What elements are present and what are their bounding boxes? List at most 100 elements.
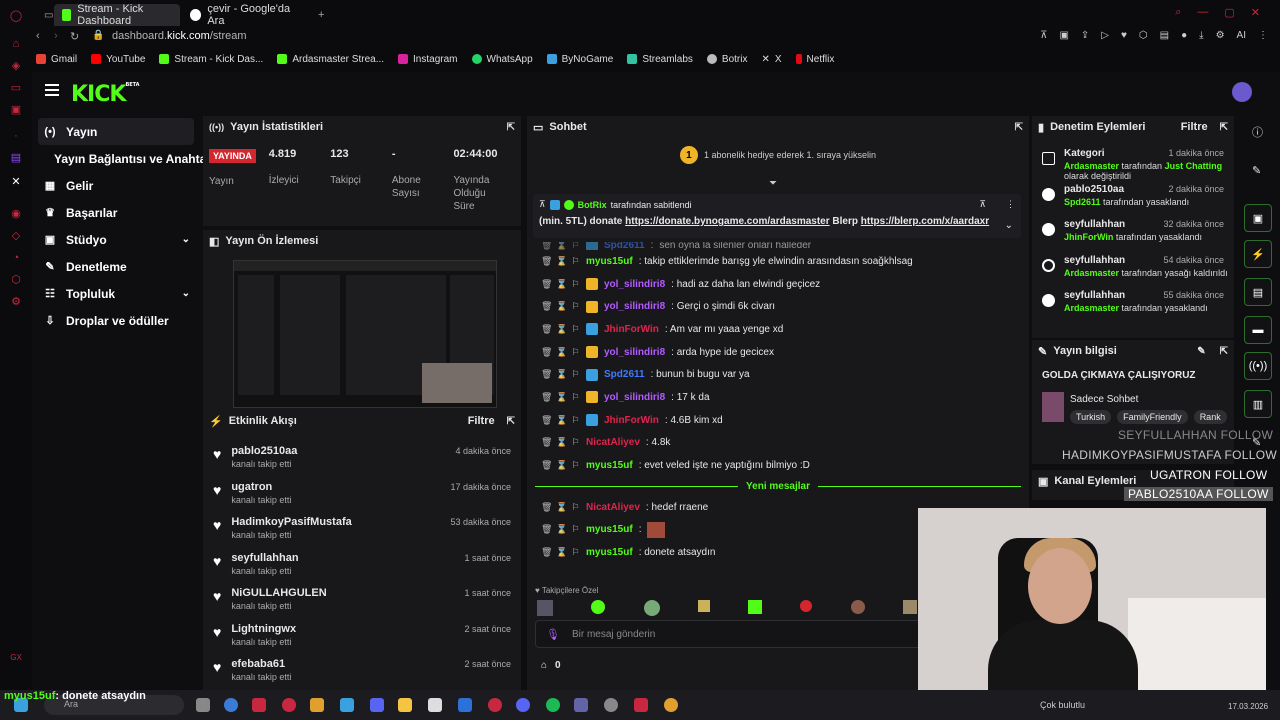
layout-tool-button[interactable]: ▥	[1244, 390, 1272, 418]
nav-item-stream-key[interactable]: Yayın Bağlantısı ve Anahtarı	[38, 145, 214, 172]
ban-icon[interactable]: ⚐	[571, 301, 580, 312]
heart-icon[interactable]: ♥	[1121, 30, 1127, 41]
app-icon[interactable]	[252, 698, 266, 712]
delete-icon[interactable]: 🗑	[541, 301, 552, 312]
ban-icon[interactable]: ⚐	[571, 460, 580, 471]
emote-icon[interactable]	[800, 600, 813, 612]
bookmark-netflix[interactable]: Netflix	[795, 54, 834, 65]
chat-username[interactable]: myus15uf	[586, 460, 633, 471]
unpin-icon[interactable]: ⊼	[979, 199, 986, 210]
category-name[interactable]: Sadece Sohbet	[1070, 394, 1138, 405]
delete-icon[interactable]: 🗑	[541, 392, 552, 403]
pinned-user[interactable]: BotRix	[578, 200, 607, 210]
timeout-icon[interactable]: ⌛	[556, 392, 567, 403]
app-icon[interactable]	[604, 698, 618, 712]
menu-hamburger-icon[interactable]	[45, 84, 59, 96]
app-icon[interactable]	[370, 698, 384, 712]
popout-icon[interactable]: ⇱	[1015, 122, 1023, 133]
new-tab-button[interactable]: +	[310, 4, 332, 26]
bookmark-kick-dashboard[interactable]: Stream - Kick Das...	[159, 54, 263, 65]
timeout-icon[interactable]: ⌛	[556, 369, 567, 380]
chat-username[interactable]: myus15uf	[586, 547, 633, 558]
chat-username[interactable]: JhinForWin	[604, 324, 659, 335]
maximize-icon[interactable]: ▢	[1224, 6, 1234, 19]
emote-icon[interactable]	[748, 600, 763, 614]
bookmark-streamlabs[interactable]: Streamlabs	[627, 54, 693, 65]
back-icon[interactable]: ‹	[36, 30, 40, 42]
info-icon[interactable]: ⓘ	[1252, 124, 1263, 140]
delete-icon[interactable]: 🗑	[541, 547, 552, 558]
pencil-icon[interactable]: ✎	[1252, 164, 1261, 177]
nav-item-studyo[interactable]: ▣ Stüdyo ⌄	[38, 226, 194, 253]
timeout-icon[interactable]: ⌛	[556, 324, 567, 335]
taskbar-date[interactable]: 17.03.2026	[1228, 702, 1268, 711]
popout-icon[interactable]: ⇱	[507, 122, 515, 133]
settings-icon[interactable]: ⚙	[8, 294, 24, 310]
nav-item-droplar[interactable]: ⇩ Droplar ve ödüller	[38, 307, 194, 334]
delete-icon[interactable]: 🗑	[541, 524, 552, 535]
ban-icon[interactable]: ⚐	[571, 324, 580, 335]
bookmark-youtube[interactable]: YouTube	[91, 54, 145, 65]
ai-button[interactable]: AI	[1237, 30, 1246, 41]
ban-icon[interactable]: ⚐	[571, 547, 580, 558]
search-tabs-icon[interactable]: ⌕	[1175, 6, 1181, 19]
timeout-icon[interactable]: ⌛	[556, 415, 567, 426]
emote-icon[interactable]	[902, 600, 917, 614]
timeout-icon[interactable]: ⌛	[556, 256, 567, 267]
delete-icon[interactable]: 🗑	[541, 460, 552, 471]
ban-icon[interactable]: ⚐	[571, 392, 580, 403]
kick-count[interactable]: ⌂ 0	[541, 660, 561, 671]
delete-icon[interactable]: 🗑	[541, 324, 552, 335]
nav-item-denetleme[interactable]: ✎ Denetleme	[38, 253, 194, 280]
chat-username[interactable]: myus15uf	[586, 524, 633, 535]
nav-item-yayin[interactable]: (•) Yayın	[38, 118, 194, 145]
steam-icon[interactable]	[340, 698, 354, 712]
gx-icon[interactable]: GX	[8, 650, 24, 666]
bookmark-ardasmaster[interactable]: Ardasmaster Strea...	[277, 54, 384, 65]
stream-preview-video[interactable]	[233, 260, 497, 408]
timeout-icon[interactable]: ⌛	[556, 279, 567, 290]
delete-icon[interactable]: 🗑	[541, 279, 552, 290]
nav-item-topluluk[interactable]: ☷ Topluluk ⌄	[38, 280, 194, 307]
snapshot-icon[interactable]: ▣	[1059, 30, 1068, 41]
chat-username[interactable]: Spd2611	[604, 369, 645, 380]
delete-icon[interactable]: 🗑	[541, 256, 552, 267]
clip-tool-button[interactable]: ▣	[1244, 204, 1272, 232]
bookmark-gmail[interactable]: Gmail	[36, 54, 77, 65]
bookmark-bynogame[interactable]: ByNoGame	[546, 54, 613, 65]
pinned-message[interactable]: ⊼ BotRix tarafından sabitlendi ⊼ ⋮ (min.…	[533, 194, 1021, 238]
ban-icon[interactable]: ⚐	[571, 415, 580, 426]
app-icon[interactable]	[634, 698, 648, 712]
emote-icon[interactable]	[591, 600, 606, 614]
tab-kick-dashboard[interactable]: Stream - Kick Dashboard	[54, 3, 180, 27]
chat-username[interactable]: yol_silindiri8	[604, 347, 665, 358]
emote-icon[interactable]	[537, 600, 553, 616]
close-window-icon[interactable]: ✕	[1251, 6, 1260, 19]
chat-username[interactable]: myus15uf	[586, 256, 633, 267]
tag[interactable]: FamilyFriendly	[1117, 410, 1188, 424]
file-explorer-icon[interactable]	[398, 698, 412, 712]
donate-link[interactable]: https://donate.bynogame.com/ardasmaster	[625, 216, 830, 227]
popout-icon[interactable]: ⇱	[1220, 346, 1228, 357]
history-icon[interactable]: ◔	[8, 250, 24, 266]
notes-tool-button[interactable]: ▤	[1244, 278, 1272, 306]
bookmark-instagram[interactable]: Instagram	[398, 54, 458, 65]
opera-icon[interactable]: ◯	[8, 8, 24, 24]
ban-icon[interactable]: ⚐	[571, 256, 580, 267]
tag[interactable]: Turkish	[1070, 410, 1112, 424]
chat-username[interactable]: NicatAliyev	[586, 502, 640, 513]
popout-icon[interactable]: ⇱	[1220, 122, 1228, 133]
url-field[interactable]: dashboard.kick.com/stream	[112, 30, 247, 42]
home-icon[interactable]: ⌂	[8, 36, 24, 52]
player-icon[interactable]: ◉	[8, 206, 24, 222]
ban-icon[interactable]: ⚐	[571, 502, 580, 513]
minimize-icon[interactable]: —	[1197, 6, 1208, 19]
forward-icon[interactable]: ›	[54, 30, 58, 42]
nav-item-basarilar[interactable]: ♛ Başarılar	[38, 199, 194, 226]
task-view-icon[interactable]	[196, 698, 210, 712]
bolt-tool-button[interactable]: ⚡	[1244, 240, 1272, 268]
timeout-icon[interactable]: ⌛	[556, 301, 567, 312]
timeout-icon[interactable]: ⌛	[556, 347, 567, 358]
app-icon[interactable]	[488, 698, 502, 712]
wallet-icon[interactable]: ▤	[1160, 30, 1169, 41]
